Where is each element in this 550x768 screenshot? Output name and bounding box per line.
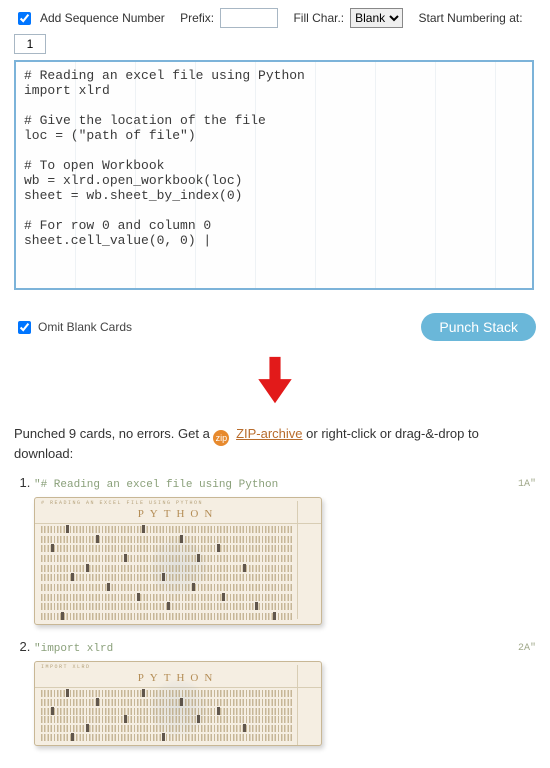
down-arrow-icon xyxy=(256,355,294,407)
punchcard-top-text: # READING AN EXCEL FILE USING PYTHON xyxy=(41,500,311,506)
card-source-line: "# Reading an excel file using Python 1A… xyxy=(34,479,536,491)
card-seq: 2A" xyxy=(518,643,536,655)
punchcard-title: PYTHON xyxy=(35,508,321,520)
card-source-line: "import xlrd 2A" xyxy=(34,643,536,655)
omit-blank-label: Omit Blank Cards xyxy=(38,320,132,334)
zip-archive-link[interactable]: ZIP-archive xyxy=(236,426,302,441)
source-code-textarea[interactable] xyxy=(14,60,534,290)
card-source-text: "import xlrd xyxy=(34,643,518,655)
options-row: Add Sequence Number Prefix: Fill Char.: … xyxy=(14,8,536,54)
fillchar-select[interactable]: Blank xyxy=(350,8,403,28)
fillchar-label: Fill Char.: xyxy=(293,11,344,25)
punch-stack-button[interactable]: Punch Stack xyxy=(421,313,536,341)
omit-blank-checkbox[interactable] xyxy=(18,321,31,334)
startnum-label: Start Numbering at: xyxy=(418,11,522,25)
result-line: Punched 9 cards, no errors. Get a zip ZI… xyxy=(14,426,536,461)
result-prefix: Punched 9 cards, no errors. Get a xyxy=(14,426,213,441)
card-source-text: "# Reading an excel file using Python xyxy=(34,479,518,491)
startnum-input[interactable] xyxy=(14,34,46,54)
prefix-input[interactable] xyxy=(220,8,278,28)
zip-badge-icon: zip xyxy=(213,430,229,446)
punchcard-top-text: IMPORT XLRD xyxy=(41,664,311,670)
card-item: "# Reading an excel file using Python 1A… xyxy=(34,475,536,625)
punchcard-image[interactable]: IMPORT XLRD PYTHON xyxy=(34,661,322,746)
card-item: "import xlrd 2A" IMPORT XLRD PYTHON xyxy=(34,639,536,746)
add-sequence-checkbox[interactable] xyxy=(18,12,31,25)
prefix-label: Prefix: xyxy=(180,11,214,25)
add-sequence-label: Add Sequence Number xyxy=(40,11,165,25)
punchcard-image[interactable]: # READING AN EXCEL FILE USING PYTHON PYT… xyxy=(34,497,322,625)
arrow-zone xyxy=(14,355,536,410)
card-list: "# Reading an excel file using Python 1A… xyxy=(34,475,536,746)
card-seq: 1A" xyxy=(518,479,536,491)
lower-row: Omit Blank Cards Punch Stack xyxy=(14,313,536,341)
